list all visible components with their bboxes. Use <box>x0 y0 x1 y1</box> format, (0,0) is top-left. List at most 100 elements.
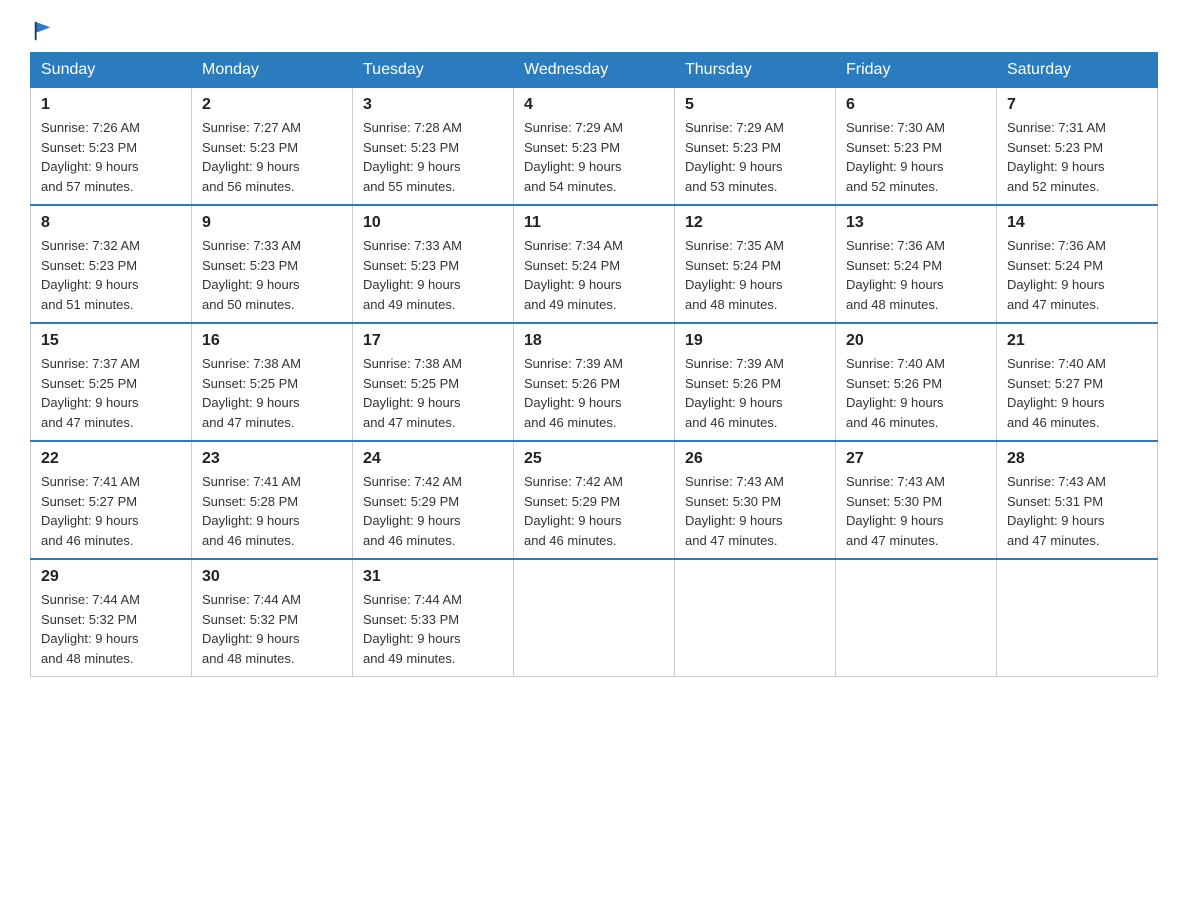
day-info: Sunrise: 7:38 AM Sunset: 5:25 PM Dayligh… <box>363 354 503 432</box>
calendar-day-cell: 6 Sunrise: 7:30 AM Sunset: 5:23 PM Dayli… <box>836 88 997 206</box>
calendar-day-cell: 20 Sunrise: 7:40 AM Sunset: 5:26 PM Dayl… <box>836 323 997 441</box>
calendar-day-cell: 7 Sunrise: 7:31 AM Sunset: 5:23 PM Dayli… <box>997 88 1158 206</box>
day-number: 19 <box>685 332 825 350</box>
calendar-week-row: 29 Sunrise: 7:44 AM Sunset: 5:32 PM Dayl… <box>31 559 1158 677</box>
day-number: 9 <box>202 214 342 232</box>
calendar-day-cell: 2 Sunrise: 7:27 AM Sunset: 5:23 PM Dayli… <box>192 88 353 206</box>
day-number: 17 <box>363 332 503 350</box>
header-monday: Monday <box>192 53 353 88</box>
day-info: Sunrise: 7:26 AM Sunset: 5:23 PM Dayligh… <box>41 118 181 196</box>
day-number: 12 <box>685 214 825 232</box>
calendar-day-cell: 28 Sunrise: 7:43 AM Sunset: 5:31 PM Dayl… <box>997 441 1158 559</box>
logo <box>30 20 54 42</box>
day-info: Sunrise: 7:36 AM Sunset: 5:24 PM Dayligh… <box>846 236 986 314</box>
day-number: 22 <box>41 450 181 468</box>
day-number: 4 <box>524 96 664 114</box>
calendar-table: SundayMondayTuesdayWednesdayThursdayFrid… <box>30 52 1158 677</box>
calendar-day-cell: 9 Sunrise: 7:33 AM Sunset: 5:23 PM Dayli… <box>192 205 353 323</box>
calendar-day-cell: 5 Sunrise: 7:29 AM Sunset: 5:23 PM Dayli… <box>675 88 836 206</box>
calendar-day-cell: 18 Sunrise: 7:39 AM Sunset: 5:26 PM Dayl… <box>514 323 675 441</box>
day-info: Sunrise: 7:40 AM Sunset: 5:27 PM Dayligh… <box>1007 354 1147 432</box>
header-tuesday: Tuesday <box>353 53 514 88</box>
header-sunday: Sunday <box>31 53 192 88</box>
day-number: 8 <box>41 214 181 232</box>
day-info: Sunrise: 7:44 AM Sunset: 5:33 PM Dayligh… <box>363 590 503 668</box>
day-info: Sunrise: 7:44 AM Sunset: 5:32 PM Dayligh… <box>202 590 342 668</box>
day-number: 15 <box>41 332 181 350</box>
day-info: Sunrise: 7:39 AM Sunset: 5:26 PM Dayligh… <box>685 354 825 432</box>
calendar-day-cell: 17 Sunrise: 7:38 AM Sunset: 5:25 PM Dayl… <box>353 323 514 441</box>
calendar-day-cell: 3 Sunrise: 7:28 AM Sunset: 5:23 PM Dayli… <box>353 88 514 206</box>
calendar-day-cell: 16 Sunrise: 7:38 AM Sunset: 5:25 PM Dayl… <box>192 323 353 441</box>
calendar-day-cell: 25 Sunrise: 7:42 AM Sunset: 5:29 PM Dayl… <box>514 441 675 559</box>
calendar-day-cell <box>836 559 997 677</box>
day-info: Sunrise: 7:32 AM Sunset: 5:23 PM Dayligh… <box>41 236 181 314</box>
calendar-day-cell <box>675 559 836 677</box>
calendar-day-cell: 14 Sunrise: 7:36 AM Sunset: 5:24 PM Dayl… <box>997 205 1158 323</box>
calendar-header-row: SundayMondayTuesdayWednesdayThursdayFrid… <box>31 53 1158 88</box>
header-wednesday: Wednesday <box>514 53 675 88</box>
calendar-week-row: 15 Sunrise: 7:37 AM Sunset: 5:25 PM Dayl… <box>31 323 1158 441</box>
day-number: 11 <box>524 214 664 232</box>
calendar-week-row: 8 Sunrise: 7:32 AM Sunset: 5:23 PM Dayli… <box>31 205 1158 323</box>
day-number: 6 <box>846 96 986 114</box>
day-info: Sunrise: 7:44 AM Sunset: 5:32 PM Dayligh… <box>41 590 181 668</box>
calendar-day-cell: 30 Sunrise: 7:44 AM Sunset: 5:32 PM Dayl… <box>192 559 353 677</box>
day-number: 16 <box>202 332 342 350</box>
day-number: 14 <box>1007 214 1147 232</box>
day-info: Sunrise: 7:37 AM Sunset: 5:25 PM Dayligh… <box>41 354 181 432</box>
header-friday: Friday <box>836 53 997 88</box>
day-number: 5 <box>685 96 825 114</box>
day-info: Sunrise: 7:28 AM Sunset: 5:23 PM Dayligh… <box>363 118 503 196</box>
day-info: Sunrise: 7:42 AM Sunset: 5:29 PM Dayligh… <box>363 472 503 550</box>
day-info: Sunrise: 7:41 AM Sunset: 5:27 PM Dayligh… <box>41 472 181 550</box>
calendar-day-cell: 29 Sunrise: 7:44 AM Sunset: 5:32 PM Dayl… <box>31 559 192 677</box>
day-info: Sunrise: 7:39 AM Sunset: 5:26 PM Dayligh… <box>524 354 664 432</box>
day-number: 24 <box>363 450 503 468</box>
day-number: 21 <box>1007 332 1147 350</box>
day-number: 13 <box>846 214 986 232</box>
day-number: 2 <box>202 96 342 114</box>
day-number: 10 <box>363 214 503 232</box>
day-info: Sunrise: 7:29 AM Sunset: 5:23 PM Dayligh… <box>524 118 664 196</box>
calendar-week-row: 1 Sunrise: 7:26 AM Sunset: 5:23 PM Dayli… <box>31 88 1158 206</box>
day-number: 23 <box>202 450 342 468</box>
day-info: Sunrise: 7:27 AM Sunset: 5:23 PM Dayligh… <box>202 118 342 196</box>
page-header <box>30 20 1158 42</box>
calendar-day-cell: 24 Sunrise: 7:42 AM Sunset: 5:29 PM Dayl… <box>353 441 514 559</box>
day-number: 3 <box>363 96 503 114</box>
calendar-day-cell: 11 Sunrise: 7:34 AM Sunset: 5:24 PM Dayl… <box>514 205 675 323</box>
calendar-day-cell: 15 Sunrise: 7:37 AM Sunset: 5:25 PM Dayl… <box>31 323 192 441</box>
day-info: Sunrise: 7:38 AM Sunset: 5:25 PM Dayligh… <box>202 354 342 432</box>
day-info: Sunrise: 7:43 AM Sunset: 5:31 PM Dayligh… <box>1007 472 1147 550</box>
calendar-day-cell: 10 Sunrise: 7:33 AM Sunset: 5:23 PM Dayl… <box>353 205 514 323</box>
day-info: Sunrise: 7:31 AM Sunset: 5:23 PM Dayligh… <box>1007 118 1147 196</box>
day-number: 18 <box>524 332 664 350</box>
calendar-week-row: 22 Sunrise: 7:41 AM Sunset: 5:27 PM Dayl… <box>31 441 1158 559</box>
calendar-day-cell <box>514 559 675 677</box>
calendar-day-cell: 1 Sunrise: 7:26 AM Sunset: 5:23 PM Dayli… <box>31 88 192 206</box>
day-info: Sunrise: 7:30 AM Sunset: 5:23 PM Dayligh… <box>846 118 986 196</box>
day-info: Sunrise: 7:33 AM Sunset: 5:23 PM Dayligh… <box>363 236 503 314</box>
day-number: 27 <box>846 450 986 468</box>
day-info: Sunrise: 7:33 AM Sunset: 5:23 PM Dayligh… <box>202 236 342 314</box>
calendar-day-cell: 19 Sunrise: 7:39 AM Sunset: 5:26 PM Dayl… <box>675 323 836 441</box>
day-number: 30 <box>202 568 342 586</box>
day-number: 25 <box>524 450 664 468</box>
day-info: Sunrise: 7:34 AM Sunset: 5:24 PM Dayligh… <box>524 236 664 314</box>
calendar-day-cell: 31 Sunrise: 7:44 AM Sunset: 5:33 PM Dayl… <box>353 559 514 677</box>
header-thursday: Thursday <box>675 53 836 88</box>
calendar-day-cell: 13 Sunrise: 7:36 AM Sunset: 5:24 PM Dayl… <box>836 205 997 323</box>
day-info: Sunrise: 7:41 AM Sunset: 5:28 PM Dayligh… <box>202 472 342 550</box>
day-info: Sunrise: 7:43 AM Sunset: 5:30 PM Dayligh… <box>685 472 825 550</box>
logo-flag-icon <box>32 20 54 42</box>
day-number: 26 <box>685 450 825 468</box>
day-info: Sunrise: 7:29 AM Sunset: 5:23 PM Dayligh… <box>685 118 825 196</box>
calendar-day-cell: 21 Sunrise: 7:40 AM Sunset: 5:27 PM Dayl… <box>997 323 1158 441</box>
day-number: 31 <box>363 568 503 586</box>
day-number: 28 <box>1007 450 1147 468</box>
day-number: 1 <box>41 96 181 114</box>
day-info: Sunrise: 7:43 AM Sunset: 5:30 PM Dayligh… <box>846 472 986 550</box>
day-info: Sunrise: 7:42 AM Sunset: 5:29 PM Dayligh… <box>524 472 664 550</box>
calendar-day-cell: 12 Sunrise: 7:35 AM Sunset: 5:24 PM Dayl… <box>675 205 836 323</box>
